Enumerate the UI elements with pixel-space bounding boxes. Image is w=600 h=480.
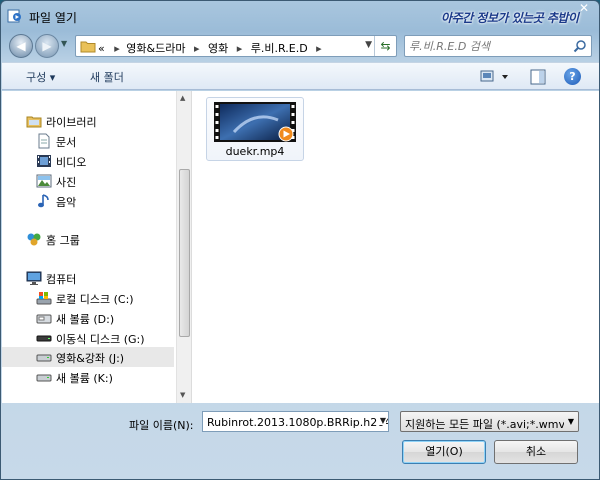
nav-item-videos[interactable]: 비디오 (2, 151, 174, 171)
navigation-scrollbar[interactable]: ▲ ▼ (176, 91, 191, 403)
drive-icon (36, 314, 52, 324)
system-drive-icon (36, 292, 52, 305)
nav-item-homegroup[interactable]: 홈 그룹 (2, 229, 174, 249)
close-button[interactable]: ✕ (573, 1, 595, 15)
nav-label: 문서 (56, 136, 77, 149)
nav-label: 컴퓨터 (46, 273, 77, 286)
file-type-value: 지원하는 모든 파일 (*.avi;*.wmv (405, 418, 565, 431)
nav-label: 라이브러리 (46, 116, 97, 129)
watermark-text: 아주간 정보가 있는곳 추밥이 (441, 11, 579, 25)
breadcrumb-item[interactable]: 영화 (208, 42, 228, 55)
file-name: duekr.mp4 (225, 145, 285, 158)
scroll-up-icon[interactable]: ▲ (180, 94, 185, 102)
nav-item-computer[interactable]: 컴퓨터 (2, 268, 174, 288)
breadcrumb-overflow[interactable]: « (98, 42, 105, 55)
refresh-icon: ⇆ (380, 39, 391, 53)
preview-pane-button[interactable] (530, 69, 546, 85)
help-icon: ? (569, 70, 576, 83)
help-button[interactable]: ? (564, 68, 581, 85)
video-thumbnail-icon (214, 102, 296, 142)
change-view-button[interactable] (480, 69, 510, 85)
chevron-down-icon[interactable]: ▼ (564, 412, 578, 431)
nav-item-music[interactable]: 음악 (2, 191, 174, 211)
address-dropdown[interactable]: ▼ (365, 40, 372, 50)
organize-button[interactable]: 구성 ▾ (26, 69, 55, 85)
picture-icon (36, 174, 52, 188)
nav-label: 비디오 (56, 156, 87, 169)
close-icon: ✕ (578, 1, 590, 15)
forward-button[interactable]: ▶ (35, 34, 59, 58)
folder-icon (80, 41, 96, 53)
file-list[interactable]: duekr.mp4 (192, 91, 599, 403)
file-open-dialog: 파일 열기 아주간 정보가 있는곳 추밥이 ✕ ◀ ▶ ▼ « ▸ 영화&드라마… (0, 0, 600, 480)
breadcrumb-separator[interactable]: ▸ (316, 42, 322, 55)
filename-value: Rubinrot.2013.1080p.BRRip.h264 (207, 416, 389, 429)
new-folder-button[interactable]: 새 폴더 (90, 69, 124, 85)
nav-item-drive-c[interactable]: 로컬 디스크 (C:) (2, 288, 174, 308)
libraries-icon (26, 116, 42, 128)
nav-item-pictures[interactable]: 사진 (2, 171, 174, 191)
cancel-button[interactable]: 취소 (494, 440, 578, 464)
nav-item-drive-d[interactable]: 새 볼륨 (D:) (2, 308, 174, 328)
breadcrumb-item[interactable]: 루.비.R.E.D (251, 42, 308, 55)
nav-label: 새 볼륨 (D:) (56, 313, 115, 326)
recent-pages-dropdown[interactable]: ▼ (61, 39, 67, 48)
command-bar: 구성 ▾ 새 폴더 ? (2, 62, 599, 90)
nav-label: 홈 그룹 (46, 234, 80, 247)
nav-label: 사진 (56, 176, 77, 189)
content-area: 라이브러리 문서 비디오 사진 음악 홈 그룹 컴퓨터 로컬 디스크 (C:) … (2, 91, 599, 403)
nav-item-drive-g[interactable]: 이동식 디스크 (G:) (2, 328, 174, 348)
nav-item-documents[interactable]: 문서 (2, 131, 174, 151)
filename-label: 파일 이름(N): (129, 419, 194, 432)
homegroup-icon (27, 233, 41, 246)
arrow-right-icon: ▶ (42, 39, 52, 53)
app-icon (7, 9, 21, 23)
filename-dropdown-icon[interactable]: ▼ (377, 416, 386, 425)
file-item[interactable]: duekr.mp4 (206, 97, 304, 161)
nav-label: 음악 (56, 196, 77, 209)
file-type-select[interactable]: 지원하는 모든 파일 (*.avi;*.wmv ▼ (400, 411, 579, 432)
nav-label: 로컬 디스크 (C:) (56, 293, 134, 306)
nav-label: 새 볼륨 (K:) (56, 372, 113, 385)
removable-drive-icon (36, 335, 52, 342)
video-icon (37, 155, 51, 167)
window-title: 파일 열기 (29, 11, 77, 25)
nav-item-drive-k[interactable]: 새 볼륨 (K:) (2, 367, 174, 387)
search-input[interactable] (409, 38, 569, 54)
breadcrumb: « ▸ 영화&드라마 ▸ 영화 ▸ 루.비.R.E.D ▸ (98, 40, 327, 56)
open-button[interactable]: 열기(O) (402, 440, 486, 464)
nav-label: 영화&강좌 (J:) (56, 352, 125, 365)
arrow-left-icon: ◀ (16, 39, 26, 53)
drive-icon (36, 374, 52, 382)
breadcrumb-separator[interactable]: ▸ (194, 42, 200, 55)
drive-icon (36, 354, 52, 362)
music-icon (38, 194, 49, 208)
nav-item-drive-j[interactable]: 영화&강좌 (J:) (2, 347, 174, 367)
scrollbar-thumb[interactable] (179, 169, 190, 337)
filename-input[interactable]: Rubinrot.2013.1080p.BRRip.h264 ▼ (202, 411, 389, 432)
breadcrumb-separator[interactable]: ▸ (114, 42, 120, 55)
document-icon (38, 133, 50, 149)
address-bar[interactable]: « ▸ 영화&드라마 ▸ 영화 ▸ 루.비.R.E.D ▸ ▼ ⇆ (75, 35, 397, 57)
nav-item-libraries[interactable]: 라이브러리 (2, 111, 174, 131)
back-button[interactable]: ◀ (9, 34, 33, 58)
search-box[interactable] (404, 35, 592, 57)
search-icon[interactable] (573, 39, 587, 53)
title-bar[interactable]: 파일 열기 아주간 정보가 있는곳 추밥이 ✕ (1, 1, 599, 31)
breadcrumb-item[interactable]: 영화&드라마 (126, 42, 185, 55)
scroll-down-icon[interactable]: ▼ (180, 391, 185, 399)
breadcrumb-separator[interactable]: ▸ (237, 42, 243, 55)
computer-icon (26, 271, 42, 285)
nav-label: 이동식 디스크 (G:) (56, 333, 145, 346)
navigation-pane: 라이브러리 문서 비디오 사진 음악 홈 그룹 컴퓨터 로컬 디스크 (C:) … (2, 91, 174, 403)
refresh-button[interactable]: ⇆ (374, 36, 396, 56)
